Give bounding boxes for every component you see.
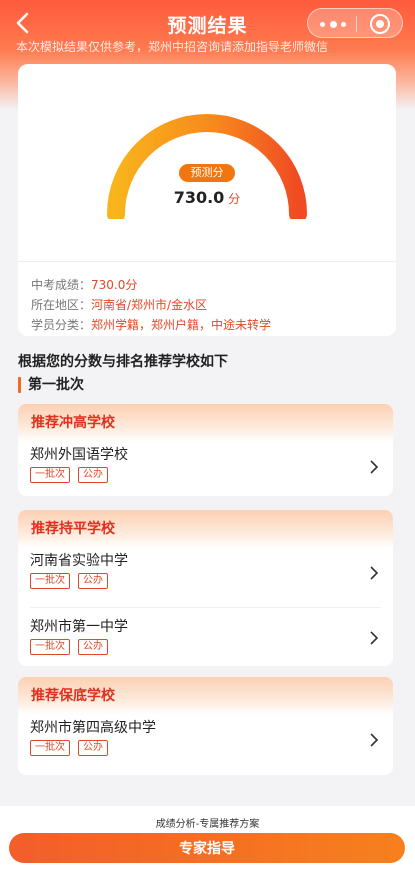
info-row-score: 中考成绩：730.0分: [31, 278, 138, 292]
school-name: 郑州外国语学校: [30, 447, 128, 463]
school-item[interactable]: 郑州外国语学校 一批次 公办: [30, 442, 381, 496]
capsule-divider: [356, 16, 357, 32]
close-icon[interactable]: [370, 14, 390, 34]
public-tag: 公办: [78, 639, 108, 655]
school-item[interactable]: 郑州市第一中学 一批次 公办: [30, 608, 381, 666]
bottom-bar: 成绩分析-专属推荐方案 专家指导: [0, 806, 415, 873]
match-schools-group: 推荐持平学校 河南省实验中学 一批次 公办 郑州市第一中学 一批次 公办: [18, 510, 393, 666]
score-card: 预测分 730.0 分 中考成绩：730.0分 所在地区：河南省/郑州市/金水区 …: [18, 64, 396, 336]
info-row-category: 学员分类：郑州学籍，郑州户籍，中途未转学: [31, 318, 272, 332]
navigation-bar: 预测结果: [0, 0, 415, 46]
group-header: 推荐冲高学校: [18, 404, 393, 442]
batch-title: 第一批次: [18, 376, 84, 394]
batch-tag: 一批次: [30, 639, 70, 655]
predicted-score-badge: 预测分: [179, 164, 235, 182]
school-item[interactable]: 郑州市第四高级中学 一批次 公办: [30, 715, 381, 775]
group-header: 推荐持平学校: [18, 510, 393, 548]
group-header: 推荐保底学校: [18, 677, 393, 715]
school-item[interactable]: 河南省实验中学 一批次 公办: [30, 548, 381, 608]
batch-tag: 一批次: [30, 467, 70, 483]
student-info: 中考成绩：730.0分 所在地区：河南省/郑州市/金水区 学员分类：郑州学籍，郑…: [31, 275, 271, 335]
school-name: 河南省实验中学: [30, 553, 128, 569]
batch-tag: 一批次: [30, 573, 70, 589]
more-icon[interactable]: [320, 17, 346, 31]
batch-tag: 一批次: [30, 740, 70, 756]
public-tag: 公办: [78, 573, 108, 589]
chevron-right-icon: [370, 733, 379, 747]
expert-guidance-button[interactable]: 专家指导: [9, 833, 405, 863]
chevron-right-icon: [370, 631, 379, 645]
mini-program-capsule: [307, 8, 403, 38]
school-name: 郑州市第四高级中学: [30, 720, 156, 736]
public-tag: 公办: [78, 467, 108, 483]
public-tag: 公办: [78, 740, 108, 756]
score-unit: 分: [228, 192, 241, 206]
info-row-region: 所在地区：河南省/郑州市/金水区: [31, 298, 208, 312]
school-name: 郑州市第一中学: [30, 619, 128, 635]
card-divider: [18, 261, 396, 262]
reach-schools-group: 推荐冲高学校 郑州外国语学校 一批次 公办: [18, 404, 393, 496]
safe-schools-group: 推荐保底学校 郑州市第四高级中学 一批次 公办: [18, 677, 393, 775]
predicted-score: 730.0 分: [18, 188, 396, 207]
bottom-caption: 成绩分析-专属推荐方案: [155, 819, 260, 830]
chevron-right-icon: [370, 460, 379, 474]
score-number: 730.0: [173, 188, 225, 207]
recommend-title: 根据您的分数与排名推荐学校如下: [18, 354, 228, 370]
chevron-right-icon: [370, 566, 379, 580]
